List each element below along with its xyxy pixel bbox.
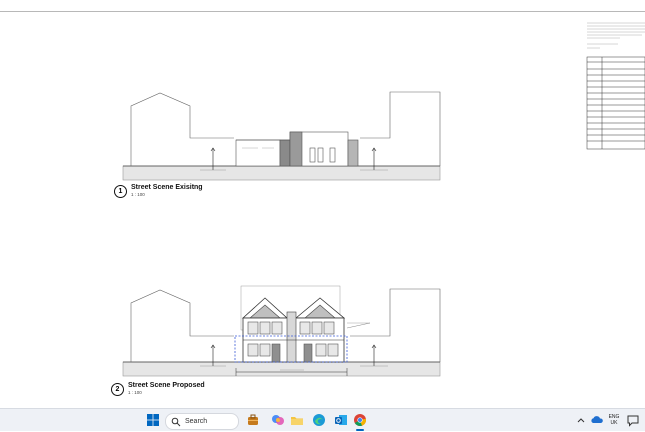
copilot-icon[interactable] [271, 413, 285, 427]
chevron-up-icon[interactable] [576, 413, 586, 427]
drawing-title: Street Scene Exisitng [131, 184, 203, 191]
drawing-title-proposed: 2 Street Scene Proposed 1 : 100 [111, 382, 205, 396]
edge-icon[interactable] [312, 413, 326, 427]
language-indicator[interactable]: ENG UK [606, 414, 622, 426]
drawing-title: Street Scene Proposed [128, 382, 205, 389]
briefcase-app-icon[interactable] [246, 413, 260, 427]
taskbar-search-box[interactable]: Search [165, 413, 239, 430]
windows-start-icon[interactable] [146, 413, 160, 427]
search-icon [171, 417, 181, 426]
revision-table [586, 56, 645, 150]
drawing-number: 2 [111, 382, 124, 396]
search-label: Search [185, 418, 208, 425]
drawing-canvas [122, 22, 645, 377]
chat-icon[interactable] [626, 413, 640, 427]
existing-street-scene [122, 91, 441, 181]
outlook-icon[interactable] [334, 413, 348, 427]
drawing-number: 1 [114, 184, 127, 198]
keyboard-region: UK [610, 420, 618, 426]
drawing-scale: 1 : 100 [131, 192, 145, 197]
proposed-street-scene [122, 285, 441, 377]
drawing-sheet[interactable]: 1 Street Scene Exisitng 1 : 100 2 Street… [0, 12, 645, 408]
active-app-indicator [356, 429, 364, 431]
taskbar: Search ENG UK [0, 408, 645, 431]
file-explorer-icon[interactable] [290, 413, 304, 427]
drawing-title-existing: 1 Street Scene Exisitng 1 : 100 [114, 184, 203, 198]
drawing-scale: 1 : 100 [128, 390, 142, 395]
chrome-icon[interactable] [353, 413, 367, 431]
cloud-icon[interactable] [590, 413, 604, 427]
title-block-notes [587, 22, 645, 49]
